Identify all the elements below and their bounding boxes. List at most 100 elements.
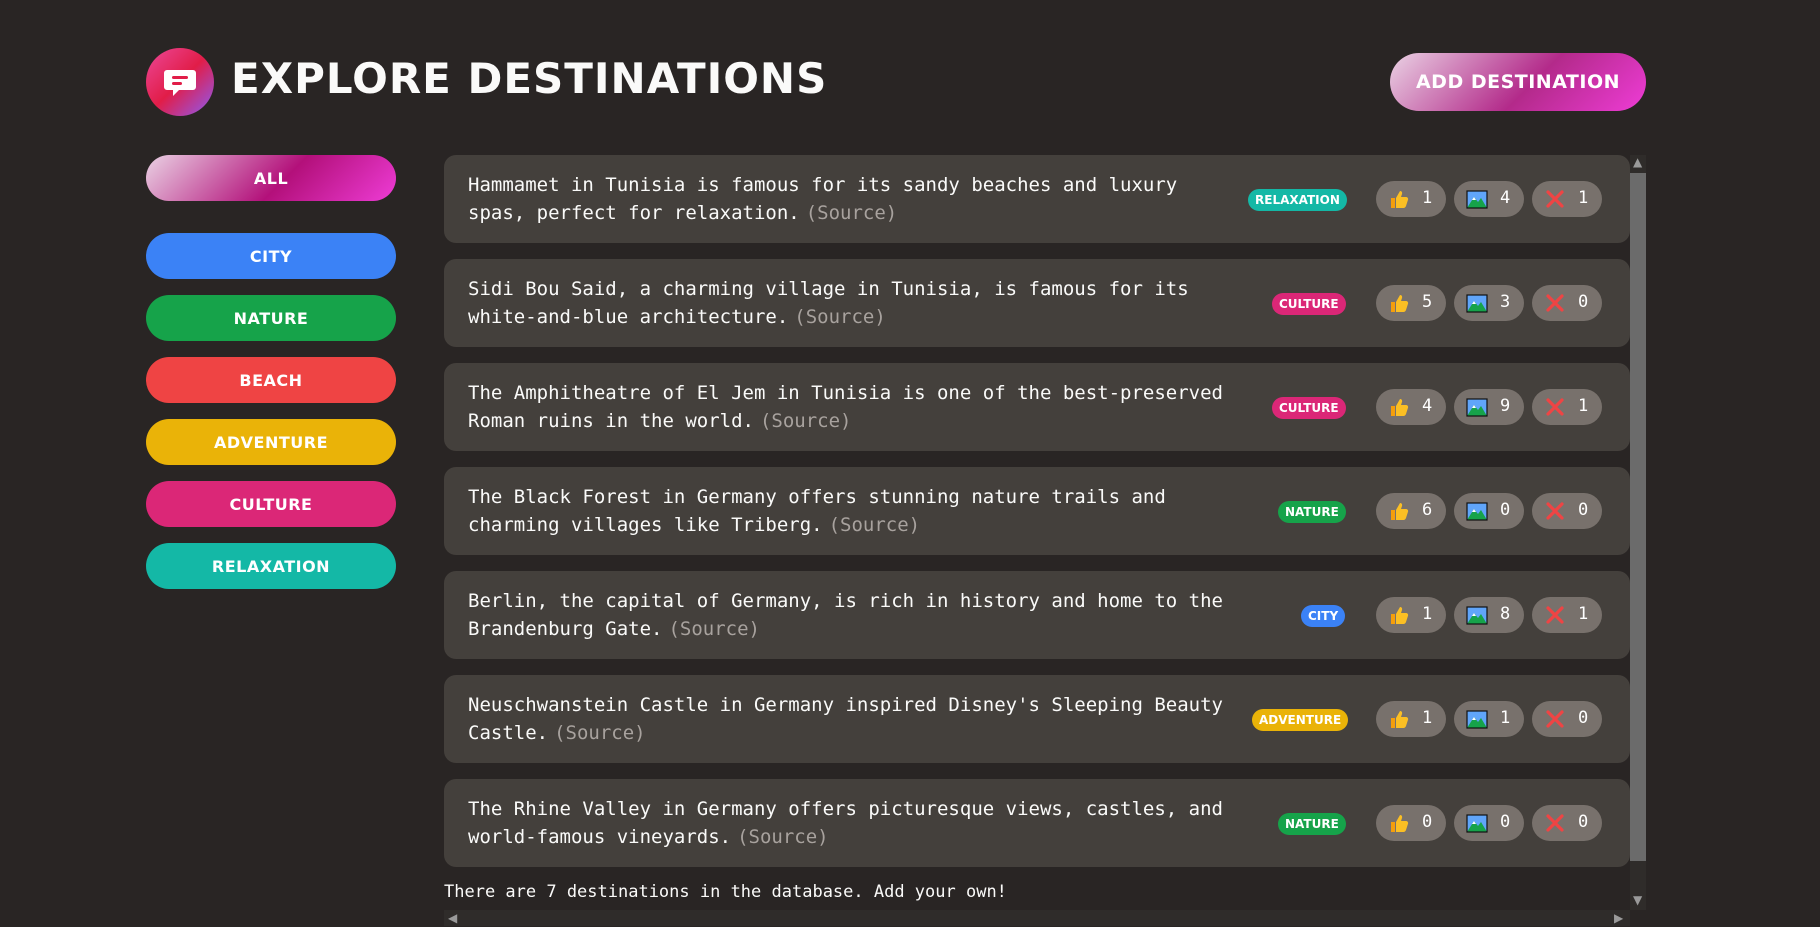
mountain-icon	[1466, 606, 1488, 625]
source-link[interactable]: (Source)	[668, 618, 760, 640]
mindblowing-count: 3	[1500, 292, 1511, 312]
vertical-scrollbar[interactable]: ▲ ▼	[1630, 155, 1646, 910]
destination-text: The Rhine Valley in Germany offers pictu…	[468, 795, 1238, 851]
category-adventure-button[interactable]: Adventure	[146, 419, 396, 465]
red-x-icon	[1546, 814, 1564, 832]
false-vote-button[interactable]: 1	[1532, 389, 1602, 425]
like-count: 0	[1422, 812, 1433, 832]
logo	[146, 48, 214, 116]
mindblowing-vote-button[interactable]: 1	[1454, 701, 1524, 737]
mindblowing-count: 0	[1500, 812, 1511, 832]
mindblowing-vote-button[interactable]: 3	[1454, 285, 1524, 321]
red-x-icon	[1546, 294, 1564, 312]
scrollbar-thumb[interactable]	[1630, 173, 1646, 861]
like-vote-button[interactable]: 0	[1376, 805, 1446, 841]
horizontal-scrollbar[interactable]: ◀ ▶	[444, 910, 1630, 926]
mountain-icon	[1466, 814, 1488, 833]
category-city-button[interactable]: City	[146, 233, 396, 279]
mindblowing-count: 4	[1500, 188, 1511, 208]
source-link[interactable]: (Source)	[554, 722, 646, 744]
false-count: 1	[1578, 396, 1589, 416]
mindblowing-count: 8	[1500, 604, 1511, 624]
false-vote-button[interactable]: 0	[1532, 805, 1602, 841]
destination-row: Hammamet in Tunisia is famous for its sa…	[444, 155, 1630, 243]
like-vote-button[interactable]: 1	[1376, 597, 1446, 633]
thumbs-up-icon	[1391, 711, 1409, 728]
red-x-icon	[1546, 190, 1564, 208]
scroll-up-icon[interactable]: ▲	[1633, 155, 1642, 169]
destination-text: The Black Forest in Germany offers stunn…	[468, 483, 1238, 539]
thumbs-up-icon	[1391, 503, 1409, 520]
mountain-icon	[1466, 398, 1488, 417]
thumbs-up-icon	[1391, 295, 1409, 312]
like-count: 4	[1422, 396, 1433, 416]
destination-row: Berlin, the capital of Germany, is rich …	[444, 571, 1630, 659]
destinations-count-text: There are 7 destinations in the database…	[444, 882, 1007, 902]
source-link[interactable]: (Source)	[806, 202, 898, 224]
destinations-list[interactable]: Hammamet in Tunisia is famous for its sa…	[444, 155, 1630, 910]
mindblowing-count: 0	[1500, 500, 1511, 520]
mountain-icon	[1466, 190, 1488, 209]
mindblowing-vote-button[interactable]: 9	[1454, 389, 1524, 425]
like-count: 1	[1422, 708, 1433, 728]
false-vote-button[interactable]: 1	[1532, 597, 1602, 633]
mindblowing-count: 9	[1500, 396, 1511, 416]
thumbs-up-icon	[1391, 399, 1409, 416]
destination-text: Berlin, the capital of Germany, is rich …	[468, 587, 1238, 643]
thumbs-up-icon	[1391, 815, 1409, 832]
mindblowing-vote-button[interactable]: 0	[1454, 493, 1524, 529]
like-vote-button[interactable]: 4	[1376, 389, 1446, 425]
destination-text: Sidi Bou Said, a charming village in Tun…	[468, 275, 1238, 331]
category-all-button[interactable]: All	[146, 155, 396, 201]
false-vote-button[interactable]: 1	[1532, 181, 1602, 217]
like-vote-button[interactable]: 5	[1376, 285, 1446, 321]
destination-row: The Black Forest in Germany offers stunn…	[444, 467, 1630, 555]
category-tag: Culture	[1272, 397, 1346, 419]
category-tag: Culture	[1272, 293, 1346, 315]
category-tag: Nature	[1278, 501, 1346, 523]
chat-bubble-icon	[164, 70, 196, 96]
mindblowing-vote-button[interactable]: 0	[1454, 805, 1524, 841]
scroll-down-icon[interactable]: ▼	[1633, 893, 1642, 907]
like-vote-button[interactable]: 1	[1376, 701, 1446, 737]
false-count: 0	[1578, 812, 1589, 832]
category-tag: Relaxation	[1248, 189, 1347, 211]
thumbs-up-icon	[1391, 191, 1409, 208]
destination-description: Berlin, the capital of Germany, is rich …	[468, 590, 1223, 640]
source-link[interactable]: (Source)	[737, 826, 829, 848]
category-relaxation-button[interactable]: Relaxation	[146, 543, 396, 589]
destination-text: Neuschwanstein Castle in Germany inspire…	[468, 691, 1238, 747]
false-vote-button[interactable]: 0	[1532, 701, 1602, 737]
add-destination-button[interactable]: Add Destination	[1390, 53, 1646, 111]
category-tag: Nature	[1278, 813, 1346, 835]
category-beach-button[interactable]: Beach	[146, 357, 396, 403]
like-vote-button[interactable]: 1	[1376, 181, 1446, 217]
false-vote-button[interactable]: 0	[1532, 285, 1602, 321]
red-x-icon	[1546, 606, 1564, 624]
red-x-icon	[1546, 502, 1564, 520]
mindblowing-count: 1	[1500, 708, 1511, 728]
destination-row: The Rhine Valley in Germany offers pictu…	[444, 779, 1630, 867]
scroll-left-icon[interactable]: ◀	[448, 911, 457, 925]
mountain-icon	[1466, 502, 1488, 521]
destination-row: The Amphitheatre of El Jem in Tunisia is…	[444, 363, 1630, 451]
source-link[interactable]: (Source)	[760, 410, 852, 432]
category-culture-button[interactable]: Culture	[146, 481, 396, 527]
false-count: 0	[1578, 292, 1589, 312]
category-tag: Adventure	[1252, 709, 1349, 731]
destination-text: The Amphitheatre of El Jem in Tunisia is…	[468, 379, 1238, 435]
mindblowing-vote-button[interactable]: 8	[1454, 597, 1524, 633]
page-title: Explore Destinations	[231, 54, 828, 103]
false-vote-button[interactable]: 0	[1532, 493, 1602, 529]
source-link[interactable]: (Source)	[794, 306, 886, 328]
scroll-right-icon[interactable]: ▶	[1614, 911, 1623, 925]
like-vote-button[interactable]: 6	[1376, 493, 1446, 529]
destination-description: The Black Forest in Germany offers stunn…	[468, 486, 1166, 536]
mindblowing-vote-button[interactable]: 4	[1454, 181, 1524, 217]
source-link[interactable]: (Source)	[829, 514, 921, 536]
mountain-icon	[1466, 710, 1488, 729]
false-count: 1	[1578, 188, 1589, 208]
category-nature-button[interactable]: Nature	[146, 295, 396, 341]
page-header: Explore Destinations Add Destination	[146, 48, 1646, 118]
like-count: 1	[1422, 604, 1433, 624]
